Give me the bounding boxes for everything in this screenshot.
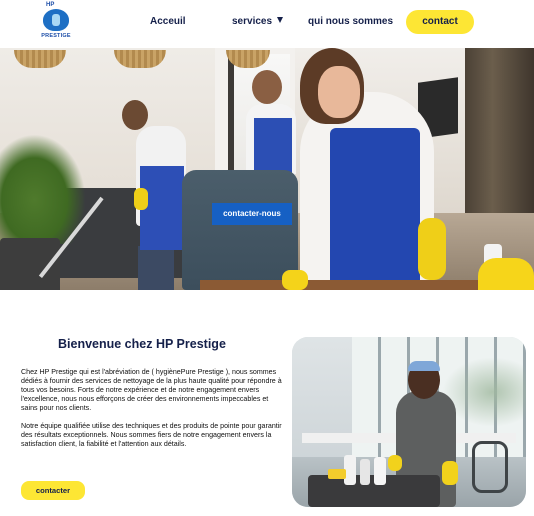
hero-chair [182, 170, 298, 290]
nav-services[interactable]: services [232, 16, 284, 27]
caret-down-icon [277, 17, 284, 24]
cleaning-bottle [374, 457, 386, 485]
nav-contact-button[interactable]: contact [406, 10, 474, 34]
yellow-glove [418, 218, 446, 280]
cleaning-bottle [360, 459, 370, 485]
contacter-button[interactable]: contacter [21, 481, 85, 500]
hero-plant [0, 134, 86, 244]
contacter-nous-button[interactable]: contacter-nous [212, 203, 292, 225]
yellow-glove [134, 188, 148, 210]
nav-services-label: services [232, 16, 273, 27]
site-header: HP PRESTIGE Acceuil services qui nous so… [0, 0, 534, 48]
cleaner-legs [138, 246, 174, 290]
sponge [328, 469, 346, 479]
nav-accueil[interactable]: Acceuil [150, 16, 186, 27]
logo-badge-icon [43, 9, 69, 31]
welcome-paragraph-1: Chez HP Prestige qui est l'abréviation d… [21, 368, 282, 412]
cleaner-photo [292, 337, 526, 507]
logo-top-text: HP [46, 2, 55, 8]
welcome-title: Bienvenue chez HP Prestige [58, 337, 226, 351]
yellow-bucket [478, 258, 534, 290]
cleaner-head [122, 100, 148, 130]
yellow-glove [282, 270, 308, 290]
hp-prestige-logo[interactable]: HP PRESTIGE [38, 2, 74, 44]
cleaner-apron [330, 128, 420, 290]
yellow-glove [388, 455, 402, 471]
cleaner-face [318, 66, 360, 118]
photo-chair [472, 441, 508, 493]
welcome-paragraph-2: Notre équipe qualifiée utilise des techn… [21, 422, 282, 448]
hero-table [200, 280, 500, 290]
hero-image: contacter-nous [0, 48, 534, 290]
cleaner-head [252, 70, 282, 104]
cleaner-apron [254, 118, 292, 174]
yellow-glove [442, 461, 458, 485]
cleaner-apron [140, 166, 184, 250]
logo-bottom-text: PRESTIGE [41, 33, 71, 39]
photo-cleaner-cap [408, 361, 440, 371]
nav-qui-nous-sommes[interactable]: qui nous sommes [308, 16, 393, 27]
